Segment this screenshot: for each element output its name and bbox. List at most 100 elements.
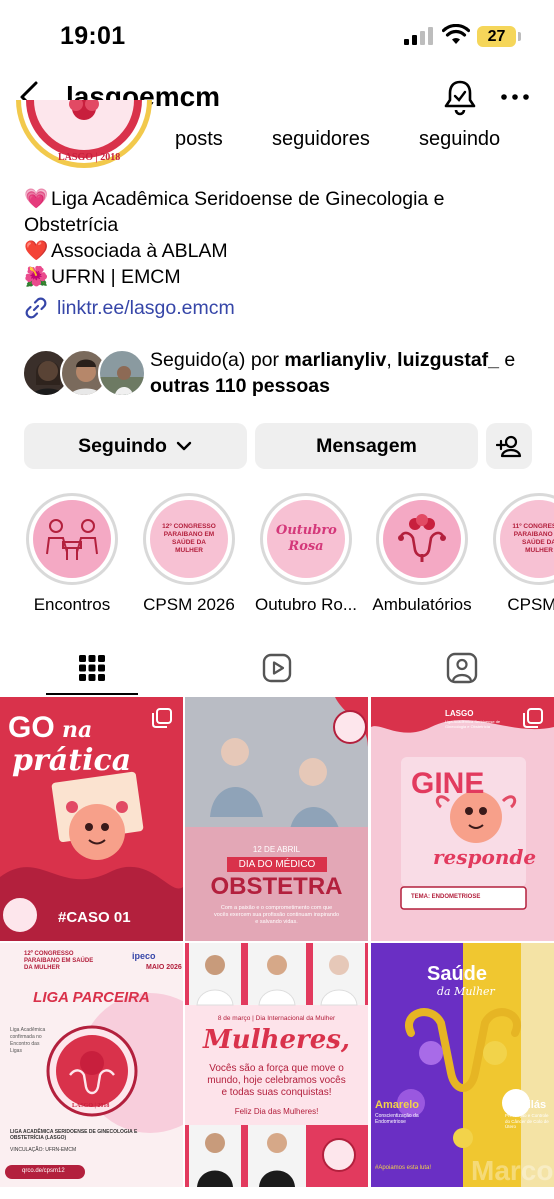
post5-body: Vocês são a força que move o mundo, hoje…: [207, 1063, 346, 1098]
following-button-label: Seguindo: [78, 434, 167, 457]
post4-name: LIGA ACADÊMICA SERIDOENSE DE GINECOLOGIA…: [10, 1129, 138, 1141]
status-bar: 19:01 27: [0, 0, 554, 70]
highlight-label: Outubro Ro...: [254, 595, 358, 614]
pink-heart-emoji: 💗: [24, 188, 49, 210]
status-time: 19:01: [60, 22, 126, 50]
highlight-cpsm-2[interactable]: 11º CONGRESSO PARAIBANO EM SAÚDE DA MULH…: [484, 493, 554, 615]
message-button[interactable]: Mensagem: [255, 423, 478, 469]
post4-url: qrco.de/cpsm12: [22, 1168, 65, 1174]
tab-reels[interactable]: [185, 640, 369, 696]
followers-others[interactable]: outras 110 pessoas: [150, 375, 330, 397]
highlight-ambulatorios[interactable]: Ambulatórios: [367, 493, 477, 615]
grid-icon: [79, 655, 105, 681]
suggest-people-button[interactable]: [486, 423, 532, 469]
post3-brand-sub: Liga Acadêmica Seridoense de Ginecologia…: [445, 719, 501, 729]
posts-grid: GO na prática #CASO 01 12 DE ABRIL DIA D…: [0, 697, 554, 1199]
highlight-label: CPSM 2: [507, 595, 554, 614]
post4-date: MAIO 2026: [146, 964, 182, 971]
highlight-cover: Outubro Rosa: [267, 500, 345, 578]
post-gine-responde[interactable]: LASGO Liga Acadêmica Seridoense de Ginec…: [371, 697, 554, 941]
bio-link[interactable]: linktr.ee/lasgo.emcm: [24, 296, 235, 320]
add-person-icon: [496, 435, 522, 458]
bio-line-2: Obstetrícia: [24, 214, 119, 236]
battery-indicator: 27: [477, 26, 516, 47]
post1-tag: #CASO 01: [58, 909, 131, 926]
post4-desc: Liga Acadêmica confirmada no Encontro da…: [10, 1027, 46, 1054]
highlight-cover: [383, 500, 461, 578]
tab-posts-grid[interactable]: [0, 640, 184, 696]
highlight-cover: 12º CONGRESSO PARAIBANO EM SAÚDE DA MULH…: [150, 500, 228, 578]
link-icon: [25, 297, 47, 319]
bio-line-4: 🌺 UFRN | EMCM: [24, 266, 181, 288]
profile-tabs: [0, 640, 554, 696]
highlight-cpsm-2026[interactable]: 12º CONGRESSO PARAIBANO EM SAÚDE DA MULH…: [134, 493, 244, 615]
following-button[interactable]: Seguindo: [24, 423, 247, 469]
bio-line-1: 💗 Liga Acadêmica Seridoense de Ginecologi…: [24, 188, 445, 210]
post4-seal: LASGO | 2018: [72, 1103, 110, 1109]
red-heart-emoji: ❤️: [24, 240, 49, 262]
highlight-label: Ambulatórios: [372, 595, 472, 614]
post6-right-desc: Prevenção e Controle do Câncer de Colo d…: [505, 1113, 549, 1129]
following-label[interactable]: seguindo: [419, 128, 500, 151]
follower-avatar-3: [98, 349, 146, 397]
post-dia-das-mulheres[interactable]: 8 de março | Dia Internacional da Mulher…: [185, 943, 368, 1187]
post4-vinculacao: VINCULAÇÃO: UFRN-EMCM: [10, 1147, 77, 1153]
more-options-icon[interactable]: [500, 84, 530, 110]
wifi-icon: [442, 24, 470, 44]
profile-actions: Seguindo Mensagem: [24, 423, 532, 469]
follower-name-1[interactable]: marlianyliv: [284, 349, 386, 371]
carousel-icon: [152, 708, 172, 728]
posts-label[interactable]: posts: [175, 128, 223, 151]
post2-title: OBSTETRA: [210, 873, 343, 900]
post5-title: Mulheres,: [203, 1025, 350, 1055]
post6-watermark: Marco: [471, 1155, 554, 1186]
meeting-people-icon: [46, 519, 98, 560]
post6-right-title: Lilás: [521, 1099, 547, 1111]
post3-brand: LASGO: [445, 709, 474, 718]
highlight-cover-text: 11º CONGRESSO PARAIBANO EM SAÚDE DA MULH…: [512, 523, 554, 554]
highlight-encontros[interactable]: Encontros: [17, 493, 127, 615]
carousel-icon: [523, 708, 543, 728]
post-saude-da-mulher[interactable]: Saúde da Mulher Amarelo Conscientização …: [371, 943, 554, 1187]
post1-title-pratica: prática: [12, 743, 132, 778]
highlight-cover-text: Outubro Rosa: [276, 523, 337, 554]
followed-by[interactable]: Seguido(a) por marlianyliv, luizgustaf_ …: [22, 347, 542, 399]
post5-footer: Feliz Dia das Mulheres!: [234, 1107, 319, 1116]
highlight-outubro-rosa[interactable]: Outubro Rosa Outubro Ro...: [251, 493, 361, 615]
post1-title-go: GO: [8, 711, 55, 744]
message-button-label: Mensagem: [316, 434, 417, 457]
highlight-cover: [33, 500, 111, 578]
post4-congress: 12º CONGRESSO PARAIBANO EM SAÚDE DA MULH…: [24, 951, 94, 971]
profile-bio: 💗 Liga Acadêmica Seridoense de Ginecologi…: [24, 186, 534, 290]
post-artwork: [371, 697, 554, 910]
post6-left-title: Amarelo: [375, 1099, 420, 1111]
highlight-ring: Outubro Rosa: [260, 493, 352, 585]
post-dia-do-medico-obstetra[interactable]: 12 DE ABRIL DIA DO MÉDICO OBSTETRA Com a…: [185, 697, 368, 941]
post2-date: 12 DE ABRIL: [252, 845, 301, 854]
post6-footer: #Apoiamos esta luta!: [375, 1165, 432, 1171]
cellular-signal-icon: [404, 27, 433, 45]
post-go-na-pratica[interactable]: GO na prática #CASO 01: [0, 697, 183, 941]
post4-title: LIGA PARCEIRA: [33, 989, 150, 1006]
post1-title-na: na: [62, 717, 93, 743]
battery-cap: [518, 32, 521, 41]
followers-label[interactable]: seguidores: [272, 128, 370, 151]
bio-link-text[interactable]: linktr.ee/lasgo.emcm: [57, 297, 235, 320]
uterus-icon: [398, 514, 446, 562]
post6-left-desc: Conscientização da Endometriose: [375, 1113, 419, 1125]
highlight-ring: 12º CONGRESSO PARAIBANO EM SAÚDE DA MULH…: [143, 493, 235, 585]
highlight-ring: 11º CONGRESSO PARAIBANO EM SAÚDE DA MULH…: [493, 493, 554, 585]
post-liga-parceira[interactable]: 12º CONGRESSO PARAIBANO EM SAÚDE DA MULH…: [0, 943, 183, 1187]
highlight-label: CPSM 2026: [143, 595, 235, 614]
follower-name-2[interactable]: luizgustaf_: [397, 349, 499, 371]
notification-bell-icon[interactable]: [442, 78, 478, 116]
tab-tagged[interactable]: [370, 640, 554, 696]
post2-body: Com a paixão e o comprometimento com que…: [213, 905, 340, 925]
post3-title-responde: responde: [433, 845, 537, 869]
post5-date: 8 de março | Dia Internacional da Mulher: [217, 1015, 336, 1022]
post2-subtitle: DIA DO MÉDICO: [227, 857, 327, 872]
post6-title-mulher: da Mulher: [437, 985, 495, 998]
post6-title-saude: Saúde: [427, 963, 488, 985]
highlight-ring: [26, 493, 118, 585]
highlight-ring: [376, 493, 468, 585]
